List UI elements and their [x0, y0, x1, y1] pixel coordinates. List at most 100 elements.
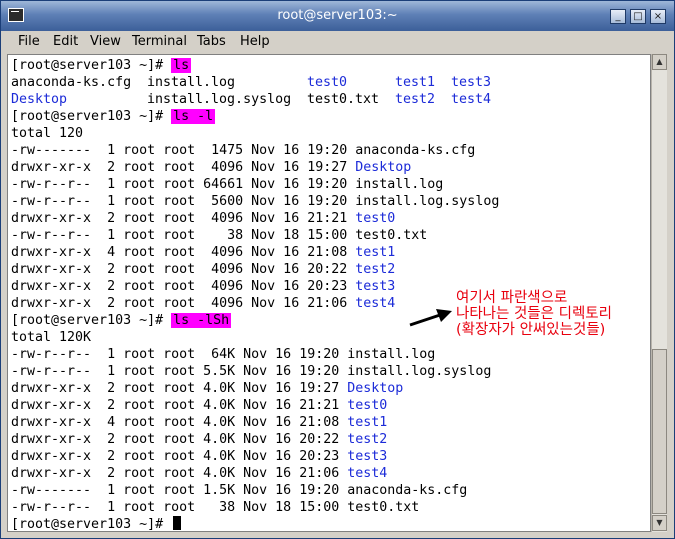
terminal-output[interactable]: [root@server103 ~]# ls anaconda-ks.cfg in… [7, 54, 651, 532]
menu-terminal[interactable]: Terminal [132, 34, 187, 49]
ls-item-dir: test3 [451, 75, 492, 90]
menu-help[interactable]: Help [240, 34, 270, 49]
long-listing-row: drwxr-xr-x 2 root root 4.0K Nov 16 20:23… [11, 448, 387, 465]
ls-item-dir: test0 [307, 75, 348, 90]
row-meta: -rw------- 1 root root 1475 Nov 16 19:20 [11, 143, 356, 158]
prompt: [root@server103 ~]# [11, 109, 172, 124]
long-listing-row: drwxr-xr-x 2 root root 4096 Nov 16 21:21… [11, 210, 395, 227]
prompt-line: [root@server103 ~]# ls [11, 57, 192, 74]
dir-name: test4 [347, 466, 388, 481]
row-meta: drwxr-xr-x 2 root root 4.0K Nov 16 20:23 [11, 449, 348, 464]
window-title: root@server103:~ [277, 8, 398, 23]
title-bar[interactable]: root@server103:~ _ □ × [1, 1, 674, 31]
long-listing-row: -rw-r--r-- 1 root root 64K Nov 16 19:20 … [11, 346, 435, 363]
long-listing-row: drwxr-xr-x 2 root root 4096 Nov 16 21:06… [11, 295, 395, 312]
dir-name: test2 [347, 432, 388, 447]
long-listing-row: drwxr-xr-x 2 root root 4.0K Nov 16 19:27… [11, 380, 403, 397]
prompt-line: [root@server103 ~]# [11, 516, 182, 532]
prompt: [root@server103 ~]# [11, 313, 172, 328]
total-line: total 120 [11, 126, 84, 141]
dir-name: test3 [347, 449, 388, 464]
dir-name: Desktop [347, 381, 404, 396]
dir-name: test3 [355, 279, 396, 294]
menu-tabs[interactable]: Tabs [197, 34, 226, 49]
row-meta: drwxr-xr-x 2 root root 4.0K Nov 16 21:06 [11, 466, 348, 481]
ls-item-dir: test1 [395, 75, 436, 90]
ls-item-dir: test4 [451, 92, 492, 107]
file-name: anaconda-ks.cfg [355, 143, 476, 158]
menu-bar: File Edit View Terminal Tabs Help [1, 31, 674, 53]
total-line: total 120K [11, 330, 92, 345]
ls-item: test0.txt [307, 92, 380, 107]
dir-name: test1 [355, 245, 396, 260]
file-name: test0.txt [347, 500, 420, 515]
row-meta: -rw-r--r-- 1 root root 64661 Nov 16 19:2… [11, 177, 356, 192]
prompt-line: [root@server103 ~]# ls -lSh [11, 312, 232, 329]
prompt: [root@server103 ~]# [11, 58, 172, 73]
scroll-up-icon[interactable]: ▲ [652, 54, 667, 70]
file-name: test0.txt [355, 228, 428, 243]
annotation-line: 여기서 파란색으로 [456, 290, 568, 306]
annotation-note: 여기서 파란색으로 나타나는 것들은 디렉토리 (확장자가 안써있는것들) [456, 290, 650, 338]
annotation-line: (확장자가 안써있는것들) [456, 322, 606, 338]
long-listing-row: drwxr-xr-x 2 root root 4096 Nov 16 20:23… [11, 278, 395, 295]
long-listing-row: -rw-r--r-- 1 root root 64661 Nov 16 19:2… [11, 176, 443, 193]
long-listing-row: drwxr-xr-x 2 root root 4096 Nov 16 19:27… [11, 159, 411, 176]
row-meta: drwxr-xr-x 2 root root 4.0K Nov 16 20:22 [11, 432, 348, 447]
terminal-window: root@server103:~ _ □ × File Edit View Te… [0, 0, 675, 539]
row-meta: drwxr-xr-x 2 root root 4096 Nov 16 20:23 [11, 279, 356, 294]
file-name: anaconda-ks.cfg [347, 483, 468, 498]
menu-view[interactable]: View [90, 34, 121, 49]
minimize-button[interactable]: _ [610, 9, 626, 24]
row-meta: drwxr-xr-x 2 root root 4.0K Nov 16 21:21 [11, 398, 348, 413]
file-name: install.log.syslog [355, 194, 500, 209]
scroll-thumb[interactable] [652, 349, 667, 514]
long-listing-row: drwxr-xr-x 2 root root 4096 Nov 16 20:22… [11, 261, 395, 278]
file-name: install.log.syslog [347, 364, 492, 379]
file-name: install.log [347, 347, 436, 362]
text-cursor [173, 516, 182, 530]
command-ls: ls [171, 58, 192, 73]
long-listing-row: drwxr-xr-x 2 root root 4.0K Nov 16 21:06… [11, 465, 387, 482]
long-listing-row: -rw------- 1 root root 1475 Nov 16 19:20… [11, 142, 475, 159]
annotation-line: 나타나는 것들은 디렉토리 [456, 306, 612, 322]
ls-item: anaconda-ks.cfg [11, 75, 132, 90]
row-meta: drwxr-xr-x 4 root root 4096 Nov 16 21:08 [11, 245, 356, 260]
row-meta: drwxr-xr-x 4 root root 4.0K Nov 16 21:08 [11, 415, 348, 430]
long-listing-row: -rw-r--r-- 1 root root 5.5K Nov 16 19:20… [11, 363, 491, 380]
row-meta: -rw-r--r-- 1 root root 38 Nov 18 15:00 [11, 228, 356, 243]
row-meta: drwxr-xr-x 2 root root 4096 Nov 16 21:06 [11, 296, 356, 311]
annotation-arrow-icon [409, 309, 452, 327]
menu-edit[interactable]: Edit [53, 34, 78, 49]
dir-name: test0 [347, 398, 388, 413]
row-meta: -rw-r--r-- 1 root root 5600 Nov 16 19:20 [11, 194, 356, 209]
long-listing-row: -rw-r--r-- 1 root root 38 Nov 18 15:00 t… [11, 227, 427, 244]
row-meta: drwxr-xr-x 2 root root 4096 Nov 16 21:21 [11, 211, 356, 226]
ls-item-dir: Desktop [11, 92, 68, 107]
dir-name: test4 [355, 296, 396, 311]
close-button[interactable]: × [650, 9, 666, 24]
long-listing-row: drwxr-xr-x 4 root root 4.0K Nov 16 21:08… [11, 414, 387, 431]
ls-item: install.log.syslog [147, 92, 292, 107]
long-listing-row: -rw------- 1 root root 1.5K Nov 16 19:20… [11, 482, 467, 499]
file-name: install.log [355, 177, 444, 192]
maximize-button[interactable]: □ [630, 9, 646, 24]
scroll-down-icon[interactable]: ▼ [652, 515, 667, 531]
prompt-line: [root@server103 ~]# ls -l [11, 108, 216, 125]
long-listing-row: drwxr-xr-x 2 root root 4.0K Nov 16 21:21… [11, 397, 387, 414]
long-listing-row: drwxr-xr-x 2 root root 4.0K Nov 16 20:22… [11, 431, 387, 448]
dir-name: test1 [347, 415, 388, 430]
vertical-scrollbar[interactable]: ▲ ▼ [651, 54, 667, 532]
command-ls-lsh: ls -lSh [171, 313, 232, 328]
command-ls-l: ls -l [171, 109, 216, 124]
row-meta: -rw-r--r-- 1 root root 38 Nov 18 15:00 [11, 500, 348, 515]
long-listing-row: drwxr-xr-x 4 root root 4096 Nov 16 21:08… [11, 244, 395, 261]
prompt: [root@server103 ~]# [11, 517, 172, 532]
row-meta: drwxr-xr-x 2 root root 4096 Nov 16 20:22 [11, 262, 356, 277]
dir-name: test2 [355, 262, 396, 277]
menu-file[interactable]: File [18, 34, 40, 49]
row-meta: drwxr-xr-x 2 root root 4.0K Nov 16 19:27 [11, 381, 348, 396]
row-meta: -rw-r--r-- 1 root root 5.5K Nov 16 19:20 [11, 364, 348, 379]
row-meta: -rw------- 1 root root 1.5K Nov 16 19:20 [11, 483, 348, 498]
ls-item: install.log [147, 75, 236, 90]
